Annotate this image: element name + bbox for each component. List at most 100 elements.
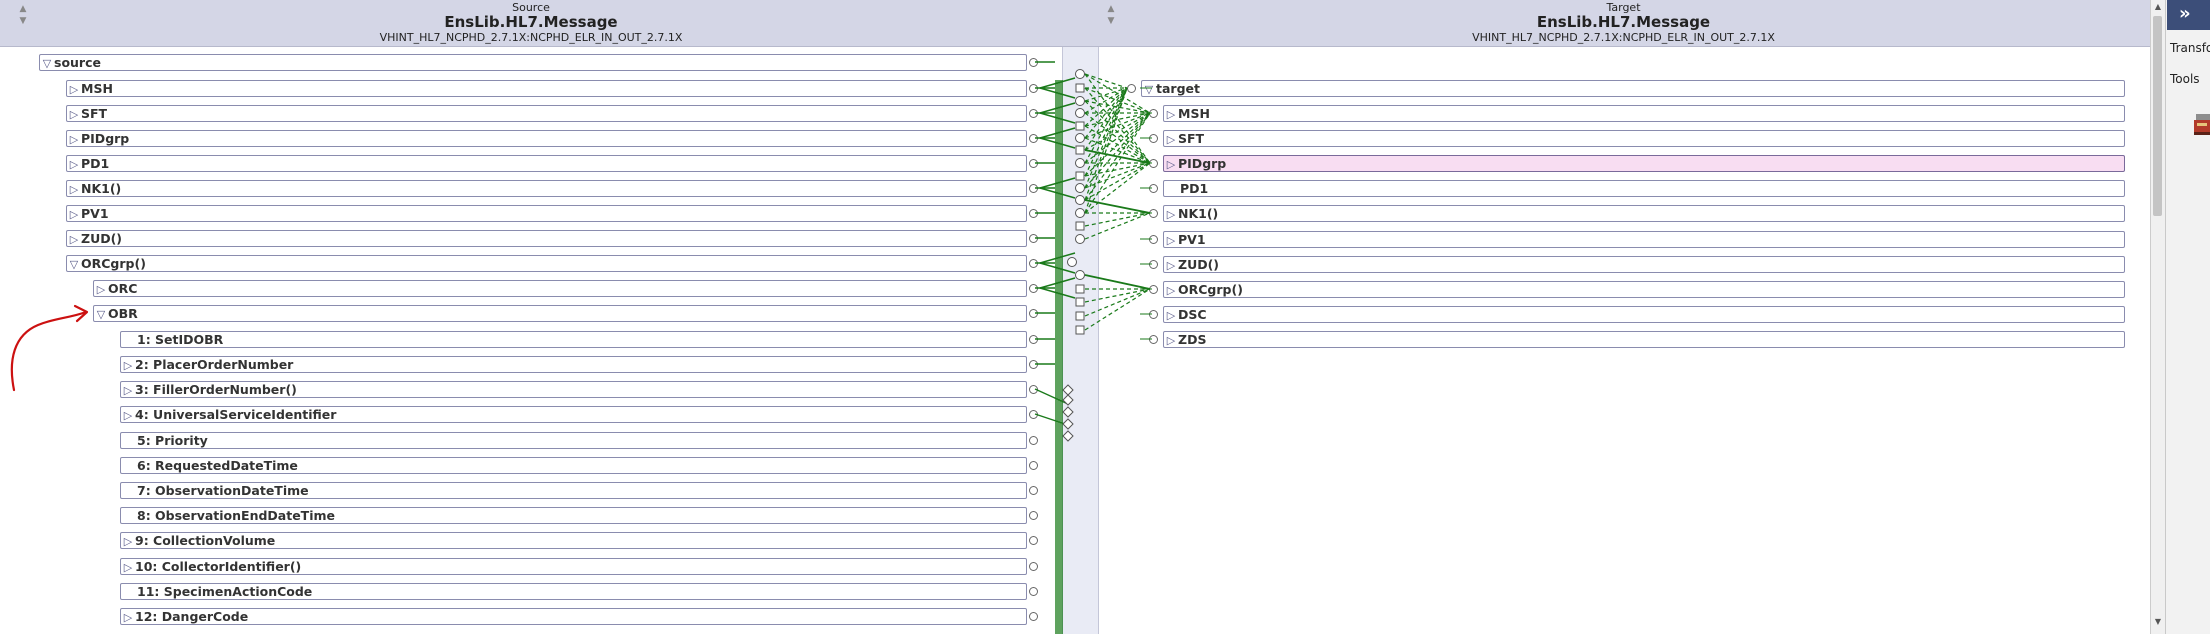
target-tree-node[interactable]: ▷ SFT bbox=[1163, 130, 2125, 147]
source-tree-node[interactable]: ▷ 3: FillerOrderNumber() bbox=[120, 381, 1027, 398]
source-tree-node[interactable]: ▽ OBR bbox=[93, 305, 1027, 322]
collapsed-triangle-icon[interactable]: ▷ bbox=[1164, 207, 1178, 222]
source-tree-node[interactable]: ▷ 12: DangerCode bbox=[120, 608, 1027, 625]
target-tree-node[interactable]: PD1 bbox=[1163, 180, 2125, 197]
source-port-icon[interactable] bbox=[1029, 58, 1038, 67]
source-port-icon[interactable] bbox=[1029, 109, 1038, 118]
source-port-icon[interactable] bbox=[1029, 587, 1038, 596]
source-tree-node[interactable]: ▷ PV1 bbox=[66, 205, 1027, 222]
collapsed-triangle-icon[interactable]: ▷ bbox=[1164, 283, 1178, 298]
source-tree-node[interactable]: ▷ SFT bbox=[66, 105, 1027, 122]
collapsed-triangle-icon[interactable]: ▷ bbox=[121, 610, 135, 625]
main-vertical-scrollbar[interactable]: ▲ ▼ bbox=[2150, 0, 2165, 634]
source-header-scroller[interactable]: ▲ ▼ bbox=[17, 3, 29, 43]
collapsed-triangle-icon[interactable]: ▷ bbox=[1164, 233, 1178, 248]
source-port-icon[interactable] bbox=[1029, 134, 1038, 143]
scroll-up-arrow-icon[interactable]: ▲ bbox=[2151, 2, 2165, 11]
target-tree-node[interactable]: ▷ ORCgrp() bbox=[1163, 281, 2125, 298]
source-tree-node[interactable]: 7: ObservationDateTime bbox=[120, 482, 1027, 499]
collapsed-triangle-icon[interactable]: ▷ bbox=[67, 107, 81, 122]
target-port-icon[interactable] bbox=[1149, 285, 1158, 294]
source-port-icon[interactable] bbox=[1029, 410, 1038, 419]
tab-transform[interactable]: Transfo bbox=[2170, 41, 2210, 55]
collapsed-triangle-icon[interactable]: ▷ bbox=[67, 82, 81, 97]
source-port-icon[interactable] bbox=[1029, 335, 1038, 344]
target-tree-node[interactable]: ▷ MSH bbox=[1163, 105, 2125, 122]
source-port-icon[interactable] bbox=[1029, 84, 1038, 93]
source-tree-node[interactable]: ▷ ZUD() bbox=[66, 230, 1027, 247]
collapsed-triangle-icon[interactable]: ▷ bbox=[121, 358, 135, 373]
source-tree-node[interactable]: 8: ObservationEndDateTime bbox=[120, 507, 1027, 524]
source-port-icon[interactable] bbox=[1029, 536, 1038, 545]
target-port-icon[interactable] bbox=[1149, 134, 1158, 143]
source-port-icon[interactable] bbox=[1029, 436, 1038, 445]
collapsed-triangle-icon[interactable]: ▷ bbox=[1164, 107, 1178, 122]
source-port-icon[interactable] bbox=[1029, 385, 1038, 394]
source-tree-node[interactable]: ▷ 9: CollectionVolume bbox=[120, 532, 1027, 549]
collapsed-triangle-icon[interactable]: ▷ bbox=[1164, 132, 1178, 147]
source-port-icon[interactable] bbox=[1029, 159, 1038, 168]
collapsed-triangle-icon[interactable]: ▷ bbox=[121, 383, 135, 398]
source-port-icon[interactable] bbox=[1029, 309, 1038, 318]
target-port-icon[interactable] bbox=[1149, 335, 1158, 344]
collapsed-triangle-icon[interactable]: ▷ bbox=[121, 560, 135, 575]
target-port-icon[interactable] bbox=[1149, 260, 1158, 269]
scroll-down-icon[interactable]: ▼ bbox=[17, 15, 29, 27]
source-tree-node[interactable]: ▽ ORCgrp() bbox=[66, 255, 1027, 272]
target-tree-node[interactable]: ▷ NK1() bbox=[1163, 205, 2125, 222]
collapsed-triangle-icon[interactable]: ▷ bbox=[1164, 333, 1178, 348]
source-port-icon[interactable] bbox=[1029, 360, 1038, 369]
target-port-icon[interactable] bbox=[1149, 209, 1158, 218]
collapsed-triangle-icon[interactable]: ▷ bbox=[1164, 308, 1178, 323]
source-tree-node[interactable]: ▷ 10: CollectorIdentifier() bbox=[120, 558, 1027, 575]
scrollbar-thumb[interactable] bbox=[2153, 16, 2162, 216]
source-port-icon[interactable] bbox=[1029, 209, 1038, 218]
collapsed-triangle-icon[interactable]: ▷ bbox=[67, 232, 81, 247]
target-tree-node[interactable]: ▷ PV1 bbox=[1163, 231, 2125, 248]
tab-tools[interactable]: Tools bbox=[2170, 72, 2200, 86]
source-tree-node[interactable]: ▷ PIDgrp bbox=[66, 130, 1027, 147]
collapsed-triangle-icon[interactable]: ▷ bbox=[94, 282, 108, 297]
source-port-icon[interactable] bbox=[1029, 259, 1038, 268]
source-port-icon[interactable] bbox=[1029, 234, 1038, 243]
source-port-icon[interactable] bbox=[1029, 184, 1038, 193]
target-header-scroller[interactable]: ▲ ▼ bbox=[1105, 3, 1117, 43]
toolbox-icon[interactable] bbox=[2193, 108, 2210, 138]
source-port-icon[interactable] bbox=[1029, 511, 1038, 520]
expanded-triangle-icon[interactable]: ▽ bbox=[40, 56, 54, 71]
target-tree-node[interactable]: ▷ PIDgrp bbox=[1163, 155, 2125, 172]
source-port-icon[interactable] bbox=[1029, 562, 1038, 571]
collapsed-triangle-icon[interactable]: ▷ bbox=[1164, 258, 1178, 273]
collapsed-triangle-icon[interactable]: ▷ bbox=[67, 207, 81, 222]
source-tree-node[interactable]: ▽ source bbox=[39, 54, 1027, 71]
expanded-triangle-icon[interactable]: ▽ bbox=[94, 307, 108, 322]
target-tree-node[interactable]: ▽ target bbox=[1141, 80, 2125, 97]
source-tree-node[interactable]: ▷ 2: PlacerOrderNumber bbox=[120, 356, 1027, 373]
source-tree-node[interactable]: ▷ MSH bbox=[66, 80, 1027, 97]
collapsed-triangle-icon[interactable]: ▷ bbox=[121, 408, 135, 423]
source-tree-node[interactable]: 6: RequestedDateTime bbox=[120, 457, 1027, 474]
target-port-icon[interactable] bbox=[1149, 184, 1158, 193]
expanded-triangle-icon[interactable]: ▽ bbox=[1142, 82, 1156, 97]
collapsed-triangle-icon[interactable]: ▷ bbox=[121, 534, 135, 549]
source-port-icon[interactable] bbox=[1029, 284, 1038, 293]
source-port-icon[interactable] bbox=[1029, 486, 1038, 495]
target-tree-node[interactable]: ▷ DSC bbox=[1163, 306, 2125, 323]
target-port-icon[interactable] bbox=[1149, 109, 1158, 118]
expanded-triangle-icon[interactable]: ▽ bbox=[67, 257, 81, 272]
source-tree-node[interactable]: ▷ PD1 bbox=[66, 155, 1027, 172]
collapsed-triangle-icon[interactable]: ▷ bbox=[67, 157, 81, 172]
target-tree-node[interactable]: ▷ ZUD() bbox=[1163, 256, 2125, 273]
scroll-up-icon[interactable]: ▲ bbox=[17, 3, 29, 15]
source-tree-node[interactable]: ▷ 4: UniversalServiceIdentifier bbox=[120, 406, 1027, 423]
target-port-icon[interactable] bbox=[1149, 159, 1158, 168]
source-tree-node[interactable]: 5: Priority bbox=[120, 432, 1027, 449]
source-tree-node[interactable]: ▷ ORC bbox=[93, 280, 1027, 297]
collapsed-triangle-icon[interactable]: ▷ bbox=[1164, 157, 1178, 172]
collapse-sidebar-button[interactable]: » bbox=[2167, 0, 2210, 30]
source-tree-node[interactable]: 11: SpecimenActionCode bbox=[120, 583, 1027, 600]
source-tree-node[interactable]: ▷ NK1() bbox=[66, 180, 1027, 197]
collapsed-triangle-icon[interactable]: ▷ bbox=[67, 132, 81, 147]
target-port-icon[interactable] bbox=[1127, 84, 1136, 93]
scroll-down-arrow-icon[interactable]: ▼ bbox=[2151, 617, 2165, 626]
